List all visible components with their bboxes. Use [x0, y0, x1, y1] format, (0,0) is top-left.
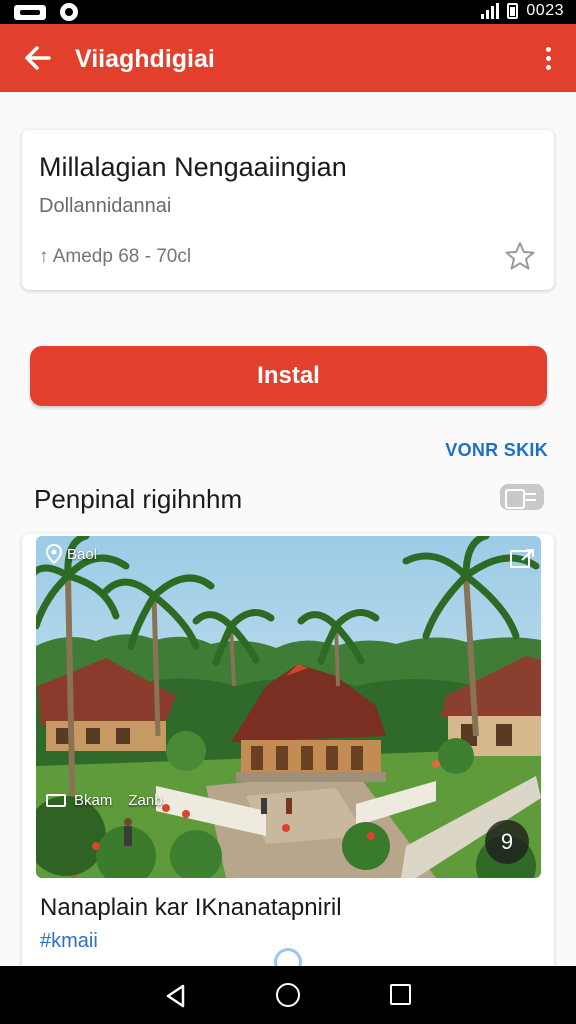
arrow-up-icon: ↑ — [39, 246, 49, 267]
developer-name[interactable]: Dollannidannai — [39, 195, 171, 218]
location-badge: Baol — [46, 544, 97, 564]
caption-tag: Zanb — [128, 792, 163, 809]
media-caption: Bkam Zanb — [46, 792, 163, 809]
section-title: Penpinal rigihnhm — [34, 484, 243, 514]
location-label: Baol — [67, 545, 98, 563]
toggle-view-icon[interactable] — [500, 484, 544, 510]
media-image[interactable]: Baol Bkam Zanb 9 — [36, 536, 541, 878]
status-indicators: 0023 — [481, 2, 564, 20]
nav-back-icon[interactable] — [163, 983, 189, 1009]
app-info-card: Millalagian Nengaaiingian Dollannidannai… — [22, 130, 554, 290]
media-tag[interactable]: #kmaii — [40, 930, 98, 953]
media-title: Nanaplain kar IKnanatapniril — [40, 894, 342, 921]
status-time: 0023 — [526, 2, 564, 19]
app-meta-info: ↑ Amedp 68 - 70cl — [39, 246, 191, 268]
caption-label: Bkam — [74, 792, 113, 809]
nav-recents-icon[interactable] — [390, 984, 411, 1005]
app-name: Millalagian Nengaaiingian — [39, 152, 347, 182]
signal-icon — [481, 3, 500, 19]
nav-home-icon[interactable] — [276, 983, 300, 1007]
expand-icon[interactable] — [509, 548, 535, 570]
map-pin-icon — [46, 544, 62, 564]
notification-round-icon — [60, 3, 78, 21]
status-bar: 0023 — [0, 0, 576, 24]
install-button[interactable]: Instal — [30, 346, 547, 406]
main-content: Millalagian Nengaaiingian Dollannidannai… — [0, 92, 576, 974]
view-more-link[interactable]: VONR SKIK — [445, 440, 548, 461]
star-icon[interactable] — [504, 240, 536, 272]
system-nav-bar — [0, 966, 576, 1024]
camera-icon — [46, 794, 66, 807]
media-card[interactable]: Baol Bkam Zanb 9 Nanaplain kar IKnanatap… — [22, 534, 554, 974]
notification-app-icon — [14, 4, 46, 20]
photo-count-badge[interactable]: 9 — [485, 820, 529, 864]
status-notifications — [14, 3, 78, 21]
overflow-menu-icon[interactable] — [538, 42, 558, 74]
back-arrow-icon[interactable] — [22, 42, 54, 74]
app-bar: Viiaghdigiai — [0, 24, 576, 92]
app-meta-text: Amedp 68 - 70cl — [52, 246, 192, 267]
app-bar-title: Viiaghdigiai — [75, 45, 215, 73]
battery-icon — [507, 3, 519, 19]
